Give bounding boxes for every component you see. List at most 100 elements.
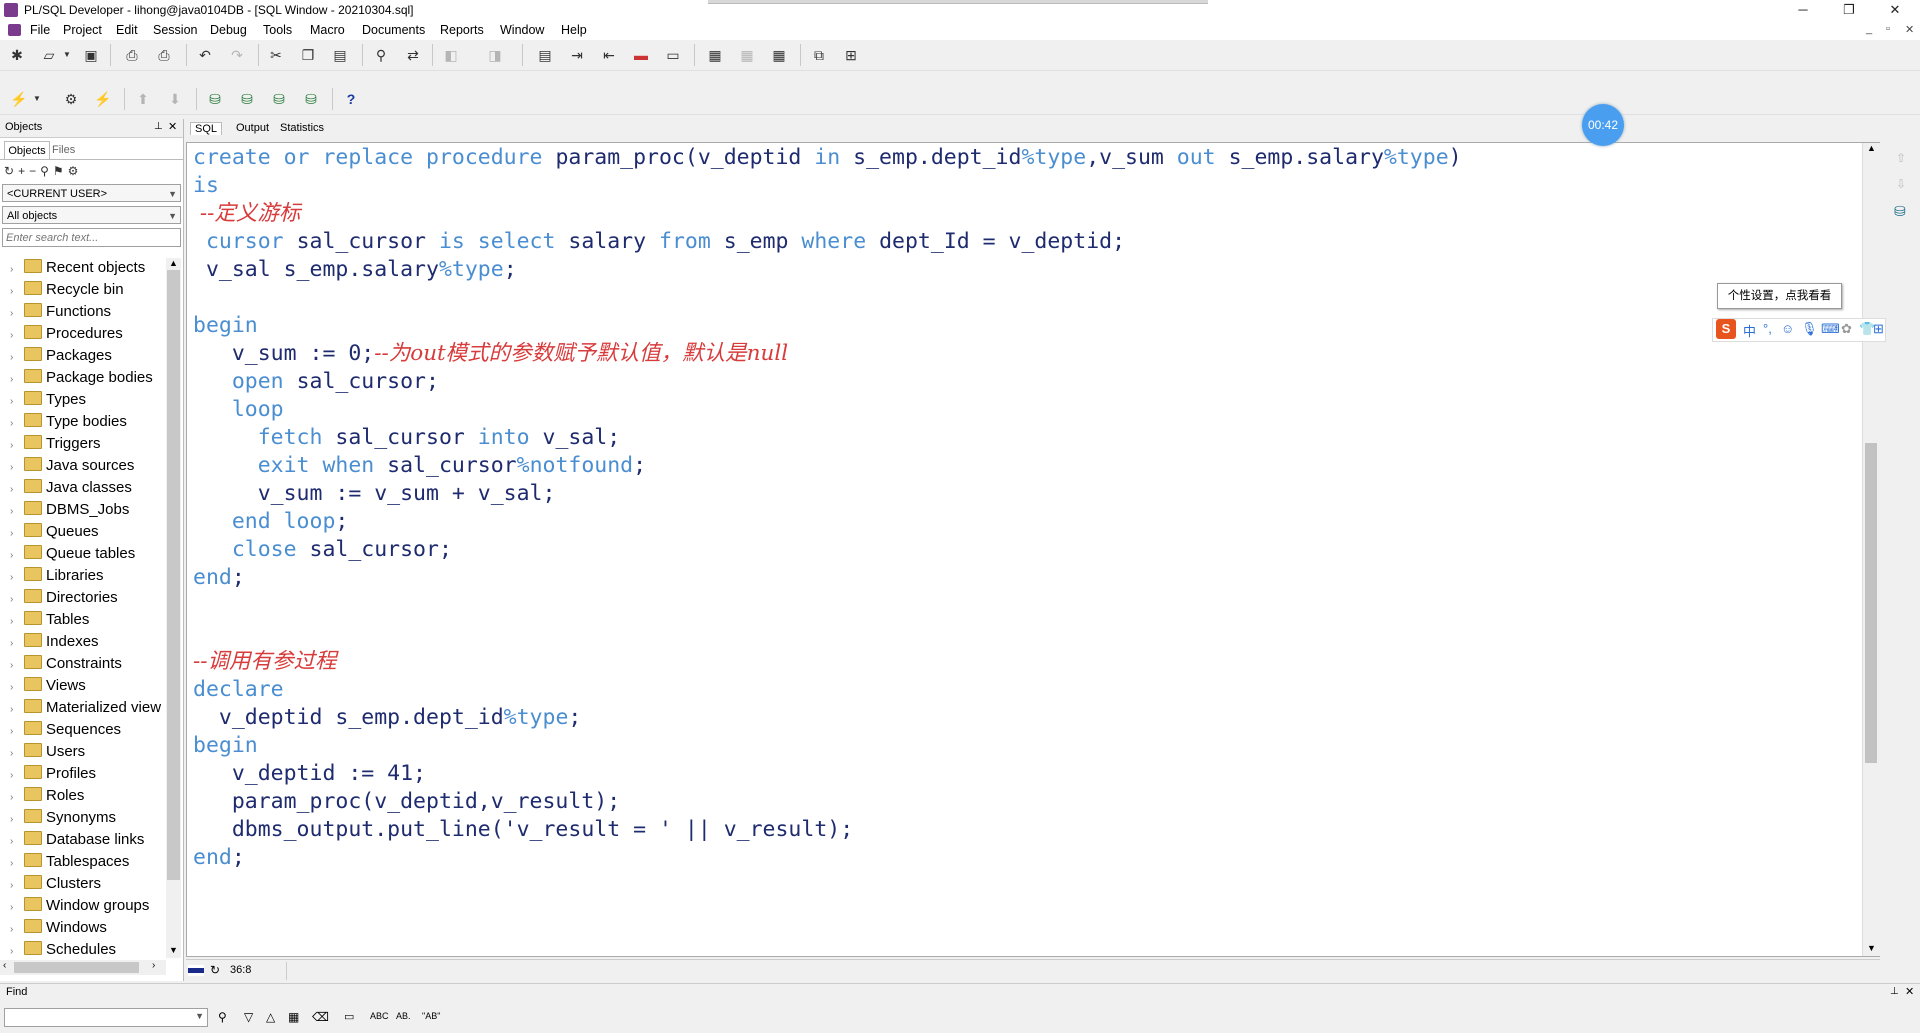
tree-item[interactable]: › Triggers [10,433,100,455]
tree-item[interactable]: › Recent objects [10,257,145,279]
punctuation-icon[interactable]: °, [1763,321,1772,336]
find-object-icon[interactable]: ⚲ [40,164,53,178]
find-close-icon[interactable]: ✕ [1905,985,1914,998]
print-icon[interactable]: ⎙ [123,46,141,64]
regex-icon[interactable]: AB. [396,1011,411,1021]
menu-window[interactable]: Window [500,23,544,37]
menu-session[interactable]: Session [153,23,197,37]
execute-dropdown-icon[interactable]: ▼ [28,90,46,108]
tree-hscroll-thumb[interactable] [14,962,139,973]
user-combo[interactable]: <CURRENT USER> ▼ [2,184,181,202]
tree-hscrollbar[interactable]: ‹ › [0,960,166,975]
expand-arrow-icon[interactable]: › [10,523,24,545]
keyboard-icon[interactable]: ⌨ [1821,321,1840,337]
expand-arrow-icon[interactable]: › [10,501,24,523]
comment-icon[interactable]: ▬ [632,46,650,64]
expand-arrow-icon[interactable]: › [10,633,24,655]
tree-item[interactable]: › Package bodies [10,367,153,389]
microphone-icon[interactable]: 🎙 [1801,321,1818,337]
tree-item[interactable]: › Libraries [10,565,104,587]
copy-icon[interactable]: ❐ [299,46,317,64]
db-logoff-icon[interactable]: ⛁ [302,90,320,108]
format-icon[interactable]: ▤ [536,46,554,64]
highlight-all-icon[interactable]: ▦ [288,1010,299,1024]
find-input[interactable]: ▼ [4,1008,208,1027]
add-icon[interactable]: + [18,164,29,178]
tree-item[interactable]: › Materialized view [10,697,161,719]
expand-arrow-icon[interactable]: › [10,787,24,809]
tree-item[interactable]: › Views [10,675,86,697]
expand-arrow-icon[interactable]: › [10,611,24,633]
expand-arrow-icon[interactable]: › [10,875,24,897]
expand-arrow-icon[interactable]: › [10,765,24,787]
scroll-up-icon[interactable]: ▲ [169,258,178,268]
settings-icon[interactable]: ⚙ [68,164,83,178]
arrow-up-icon[interactable]: ⇧ [1896,151,1906,165]
expand-arrow-icon[interactable]: › [10,743,24,765]
tile-icon[interactable]: ⊞ [842,46,860,64]
db-icon[interactable]: ⛁ [1894,203,1906,220]
db-logon-icon[interactable]: ⛁ [270,90,288,108]
scroll-down-icon[interactable]: ▼ [1867,943,1876,953]
pin-icon[interactable]: ⊥ [154,121,163,132]
tools-icon[interactable]: ✿ [1841,321,1852,337]
filter-icon[interactable]: ⚑ [53,164,68,178]
tree-item[interactable]: › Procedures [10,323,123,345]
tree-item[interactable]: › Synonyms [10,807,116,829]
menu-macro[interactable]: Macro [310,23,345,37]
expand-arrow-icon[interactable]: › [10,677,24,699]
tree-item[interactable]: › Windows [10,917,107,939]
mdi-close-icon[interactable]: ✕ [1905,23,1914,36]
forward-icon[interactable]: ◨ [486,46,504,64]
uncomment-icon[interactable]: ▭ [664,46,682,64]
scroll-up-icon[interactable]: ▲ [1867,143,1876,153]
undo-icon[interactable]: ↶ [196,46,214,64]
tree-item[interactable]: › Indexes [10,631,99,653]
tree-item[interactable]: › Java sources [10,455,134,477]
new-icon[interactable]: ✱ [8,46,26,64]
expand-arrow-icon[interactable]: › [10,567,24,589]
panel-close-icon[interactable]: ✕ [168,120,177,133]
indent-icon[interactable]: ⇥ [568,46,586,64]
find-previous-icon[interactable]: △ [266,1010,275,1024]
expand-arrow-icon[interactable]: › [10,919,24,941]
replace-icon[interactable]: ⇄ [404,46,422,64]
tab-objects[interactable]: Objects [4,141,50,160]
expand-arrow-icon[interactable]: › [10,699,24,721]
expand-arrow-icon[interactable]: › [10,479,24,501]
redo-icon[interactable]: ↷ [228,46,246,64]
debug-icon[interactable]: ⚙ [62,90,80,108]
expand-arrow-icon[interactable]: › [10,259,24,281]
quoted-icon[interactable]: "AB" [422,1011,440,1021]
sogou-logo-icon[interactable]: S [1716,319,1736,339]
arrow-down-icon[interactable]: ⇩ [1896,177,1906,191]
menu-project[interactable]: Project [63,23,102,37]
expand-arrow-icon[interactable]: › [10,435,24,457]
paste-icon[interactable]: ▤ [331,46,349,64]
find-pin-icon[interactable]: ⊥ [1890,986,1899,997]
tree-item[interactable]: › Types [10,389,86,411]
tab-sql[interactable]: SQL [190,122,223,135]
sql-editor[interactable]: create or replace procedure param_proc(v… [186,142,1880,957]
db-session-icon[interactable]: ⛁ [238,90,256,108]
tree-item[interactable]: › Roles [10,785,84,807]
expand-arrow-icon[interactable]: › [10,589,24,611]
expand-arrow-icon[interactable]: › [10,281,24,303]
expand-arrow-icon[interactable]: › [10,545,24,567]
scroll-left-icon[interactable]: ‹ [3,960,6,971]
tree-item[interactable]: › Directories [10,587,118,609]
menu-file[interactable]: File [30,23,50,37]
match-case-icon[interactable]: ABC [370,1011,389,1021]
db-connect-icon[interactable]: ⛁ [206,90,224,108]
search-input[interactable] [2,228,181,247]
expand-arrow-icon[interactable]: › [10,325,24,347]
tree-item[interactable]: › Packages [10,345,112,367]
tree-vscrollbar[interactable]: ▲ ▼ [166,258,181,958]
minimize-button[interactable]: ─ [1788,2,1818,18]
open-icon[interactable]: ▱ [40,46,58,64]
expand-arrow-icon[interactable]: › [10,897,24,919]
find-next-icon[interactable]: ▽ [244,1010,253,1024]
tree-item[interactable]: › Users [10,741,85,763]
tree-item[interactable]: › DBMS_Jobs [10,499,129,521]
tree-item[interactable]: › Tables [10,609,89,631]
